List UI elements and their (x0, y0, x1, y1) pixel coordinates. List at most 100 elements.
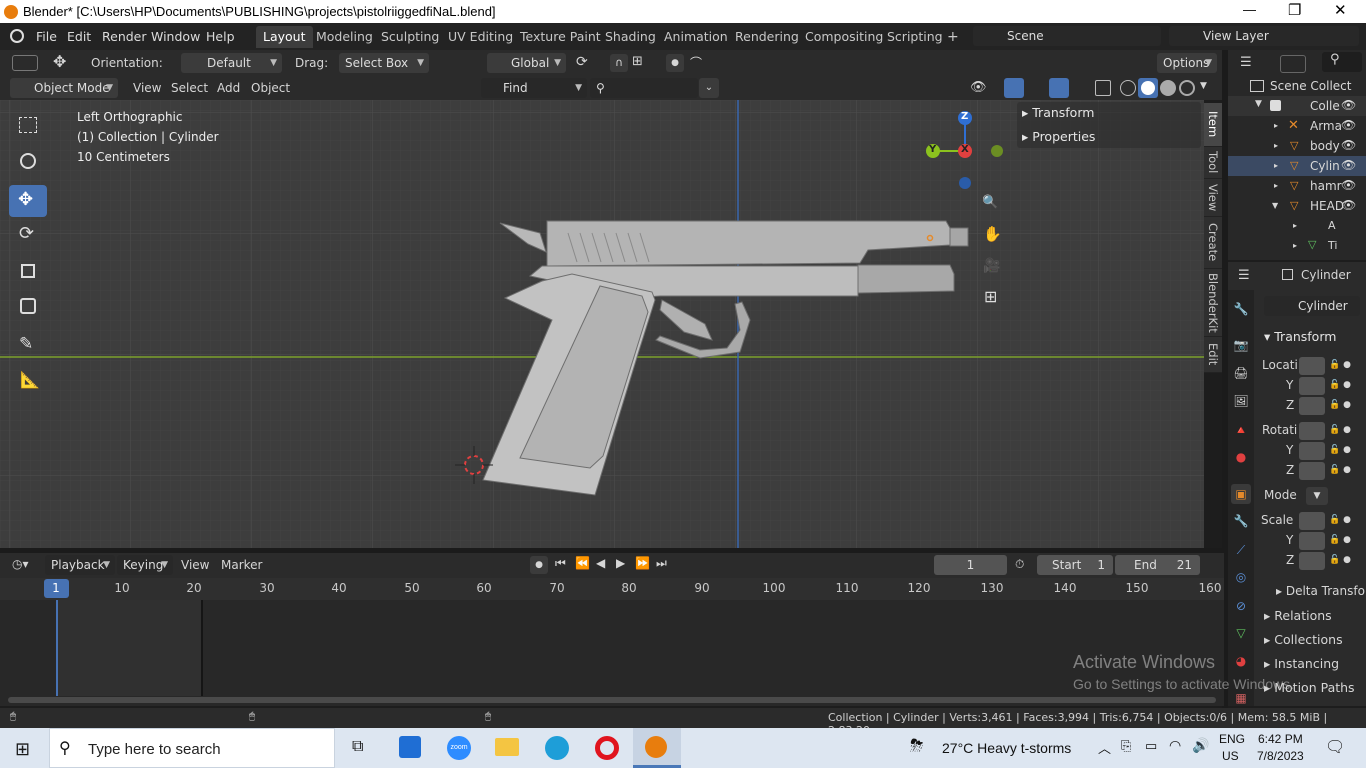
collapse-icon[interactable]: ⌄ (699, 78, 719, 98)
object-name-field[interactable]: Cylinder (1301, 268, 1351, 282)
network-icon[interactable]: ⎘ (1121, 738, 1131, 754)
view-layer-selector[interactable]: View Layer (1169, 26, 1359, 46)
timeline-scrollbar[interactable] (8, 697, 1216, 703)
xray-toggle-icon[interactable] (1095, 80, 1111, 96)
select-menu[interactable]: Select (171, 81, 208, 95)
lock-icon[interactable]: 🔓 ● (1329, 400, 1351, 410)
file-explorer-icon[interactable] (495, 738, 519, 756)
material-properties-tab[interactable]: ◕ (1231, 651, 1251, 671)
drag-dropdown[interactable]: Select Box ▼ (339, 53, 429, 73)
add-workspace-button[interactable]: + (940, 26, 966, 48)
menu-help[interactable]: Help (206, 29, 235, 44)
expand-arrow-icon[interactable]: ▸ (1274, 141, 1278, 150)
instancing-panel[interactable]: ▸ Instancing (1264, 656, 1339, 671)
zoom-icon[interactable]: 🔍 (982, 195, 1002, 215)
timeline-ruler[interactable]: 1 10 20 30 40 50 60 70 80 90 100 110 120… (0, 578, 1224, 600)
render-properties-tab[interactable]: 📷 (1231, 335, 1251, 355)
eye-icon[interactable]: 👁 (1341, 98, 1356, 112)
clock-date[interactable]: 7/8/2023 (1257, 749, 1304, 763)
current-frame-field[interactable]: 1 (934, 555, 1007, 575)
options-dropdown[interactable]: Options ▼ (1157, 53, 1217, 73)
outliner-editor-icon[interactable]: ☰ (1240, 55, 1252, 70)
transform-panel-header[interactable]: ▾ Transform (1264, 329, 1336, 344)
visibility-icon[interactable]: 👁 (970, 80, 987, 95)
timeline-view-menu[interactable]: View (181, 558, 209, 572)
lock-icon[interactable]: 🔓 ● (1329, 445, 1351, 455)
eye-icon[interactable]: 👁 (1341, 118, 1356, 132)
outliner-item-collection[interactable]: Colle (1310, 99, 1340, 113)
material-search-input[interactable]: ⚲ (590, 78, 698, 98)
outliner-scene-collection[interactable]: Scene Collect (1270, 79, 1351, 93)
add-menu[interactable]: Add (217, 81, 240, 95)
scale-x-field[interactable] (1299, 512, 1325, 530)
tab-compositing[interactable]: Compositing (798, 26, 890, 48)
outliner-item-head[interactable]: HEAD (1310, 199, 1344, 213)
scene-selector[interactable]: Scene (973, 26, 1161, 46)
lock-icon[interactable]: 🔓 ● (1329, 465, 1351, 475)
volume-icon[interactable]: 🔊 (1192, 737, 1209, 754)
language-indicator[interactable]: ENG (1219, 732, 1245, 746)
annotate-tool[interactable]: ✎ (9, 331, 47, 363)
expand-arrow-icon[interactable]: ▸ (1274, 121, 1278, 130)
sidebar-tab-edit[interactable]: Edit (1204, 337, 1222, 373)
sidebar-tab-blenderkit[interactable]: BlenderKit (1204, 269, 1222, 337)
opera-browser-icon[interactable] (595, 736, 619, 760)
close-window-button[interactable]: ✕ (1334, 1, 1347, 19)
view-menu[interactable]: View (133, 81, 161, 95)
keying-dropdown[interactable]: Keying ▼ (117, 555, 173, 575)
solid-shading-icon[interactable] (1138, 78, 1158, 98)
wifi-icon[interactable]: ◠ (1169, 737, 1181, 754)
store-app-icon[interactable] (399, 736, 421, 758)
weather-icon[interactable]: ⛈ (910, 736, 924, 756)
move-tool[interactable]: ✥ (9, 185, 47, 217)
tool-icon[interactable] (12, 55, 38, 71)
pan-hand-icon[interactable]: ✋ (983, 225, 1002, 243)
3d-viewport[interactable]: Z Y X Left Orthographic (1) Collection |… (0, 100, 1204, 548)
pivot-point-icon[interactable]: ⟳ (576, 54, 588, 70)
object-menu[interactable]: Object (251, 81, 290, 95)
next-keyframe-button[interactable]: ⏩ (635, 556, 650, 570)
windows-start-icon[interactable]: ⊞ (15, 739, 30, 760)
outliner-item-armature[interactable]: Arma (1310, 119, 1342, 133)
eye-icon[interactable]: 👁 (1341, 178, 1356, 192)
delta-transform-panel[interactable]: ▸ Delta Transfor (1276, 584, 1366, 598)
timeline-area[interactable] (0, 600, 1224, 706)
view-layer-properties-tab[interactable]: 🖼 (1231, 391, 1251, 411)
minimize-button[interactable]: — (1243, 2, 1256, 17)
menu-render[interactable]: Render (102, 29, 147, 44)
data-properties-tab[interactable]: ▽ (1231, 623, 1251, 643)
overlay-toggle-icon[interactable] (1049, 78, 1069, 98)
region-indicator[interactable]: US (1222, 749, 1239, 763)
menu-window[interactable]: Window (151, 29, 200, 44)
rotation-mode-dropdown[interactable]: ▼ (1306, 487, 1328, 505)
snap-toggle-icon[interactable]: ∩ (610, 54, 628, 72)
render-shading-icon[interactable] (1179, 80, 1195, 96)
physics-properties-tab[interactable]: ◎ (1231, 567, 1251, 587)
tab-animation[interactable]: Animation (657, 26, 735, 48)
cursor-tool[interactable] (9, 145, 47, 177)
jump-end-button[interactable]: ⏭ (656, 556, 667, 571)
gizmo-x-label[interactable]: X (961, 144, 969, 155)
orientation-dropdown[interactable]: Default ▼ (181, 53, 282, 73)
sidebar-tab-view[interactable]: View (1204, 179, 1222, 217)
outliner-item-hammer[interactable]: hamr (1310, 179, 1342, 193)
menu-edit[interactable]: Edit (67, 29, 91, 44)
taskbar-search-box[interactable]: ⚲ Type here to search (49, 728, 335, 768)
outliner-item-data[interactable]: Ti (1328, 239, 1337, 252)
lock-icon[interactable]: 🔓 ● (1329, 515, 1351, 525)
location-z-field[interactable] (1299, 397, 1325, 415)
shading-options-icon[interactable]: ▼ (1200, 81, 1207, 91)
scale-y-field[interactable] (1299, 532, 1325, 550)
outliner-search-icon[interactable]: ⚲ (1322, 52, 1362, 72)
properties-section[interactable]: ▸ Properties (1022, 129, 1095, 144)
maximize-button[interactable]: ❐ (1288, 1, 1301, 19)
lock-icon[interactable]: 🔓 ● (1329, 555, 1351, 565)
sidebar-tab-create[interactable]: Create (1204, 217, 1222, 269)
task-view-icon[interactable]: ⧉ (352, 738, 363, 756)
snap-target-icon[interactable]: ⊞ (632, 54, 643, 69)
tray-overflow-icon[interactable]: ︿ (1098, 738, 1111, 757)
modifier-properties-tab[interactable]: 🔧 (1231, 511, 1251, 531)
sidebar-tab-item[interactable]: Item (1204, 103, 1222, 147)
expand-arrow-icon[interactable]: ▸ (1274, 181, 1278, 190)
outliner-item-body[interactable]: body (1310, 139, 1340, 153)
